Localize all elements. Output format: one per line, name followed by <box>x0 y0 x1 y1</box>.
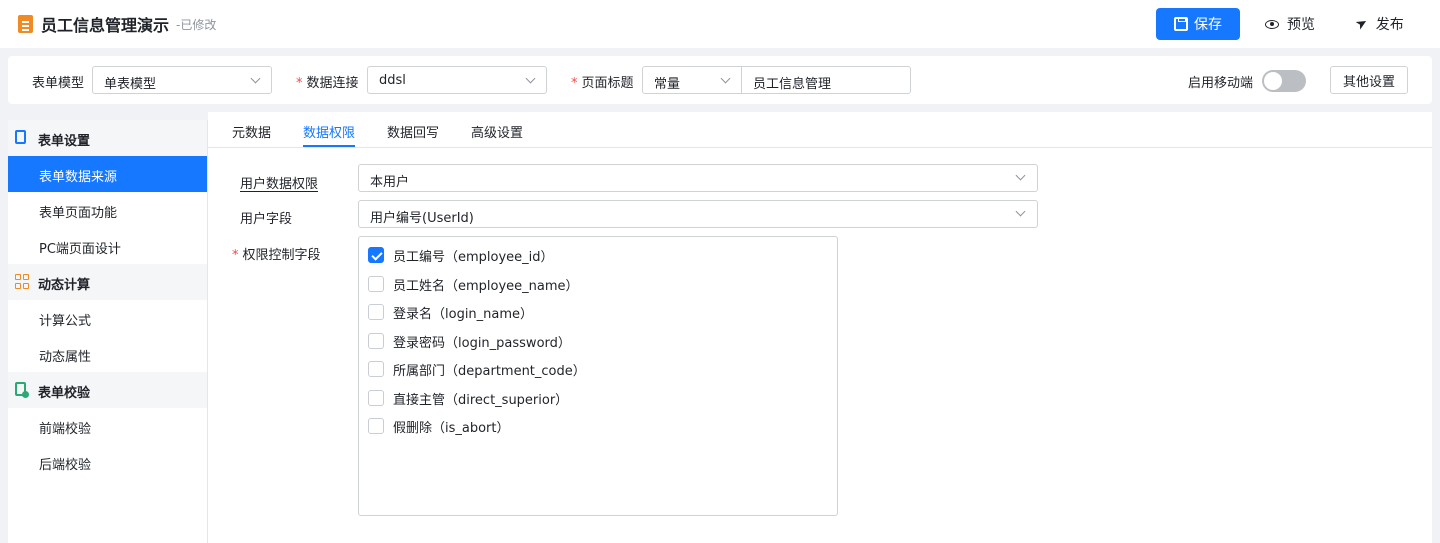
top-header: 员工信息管理演示 -已修改 保存 预览 ➤ 发布 <box>0 0 1440 48</box>
main-content: 元数据 数据权限 数据回写 高级设置 用户数据权限 本用户 用户字段 用户编号(… <box>208 112 1432 543</box>
document-icon <box>18 15 33 33</box>
dynamic-calc-icon <box>15 274 30 290</box>
checkbox[interactable] <box>368 390 384 406</box>
control-field-checklist: 员工编号（employee_id） 员工姓名（employee_name） 登录… <box>358 236 838 516</box>
mobile-toggle[interactable] <box>1262 70 1306 92</box>
form-model-value: 单表模型 <box>104 77 157 92</box>
preview-label: 预览 <box>1287 17 1315 33</box>
tab-data-writeback[interactable]: 数据回写 <box>387 122 439 141</box>
sidebar-item-dynamic-attr[interactable]: 动态属性 <box>8 336 207 372</box>
eye-icon <box>1265 19 1279 29</box>
tab-bar: 元数据 数据权限 数据回写 高级设置 <box>208 112 1432 148</box>
tab-advanced-settings[interactable]: 高级设置 <box>471 122 523 141</box>
control-field-label: * 权限控制字段 <box>232 248 321 263</box>
sidebar-item-form-page-function[interactable]: 表单页面功能 <box>8 192 207 228</box>
form-validation-icon <box>15 382 29 398</box>
required-mark: * <box>571 76 578 91</box>
send-icon: ➤ <box>1352 14 1371 34</box>
sidebar-group-form-validation: 表单校验 <box>8 372 207 408</box>
mobile-toggle-label: 启用移动端 <box>1188 76 1254 91</box>
chevron-down-icon <box>1015 206 1026 217</box>
checkbox[interactable] <box>368 304 384 320</box>
chevron-down-icon <box>250 73 261 84</box>
field-option-login-password[interactable]: 登录密码（login_password） <box>368 331 571 351</box>
checkbox[interactable] <box>368 361 384 377</box>
page-title-input-value: 员工信息管理 <box>753 77 832 92</box>
checkbox[interactable] <box>368 333 384 349</box>
page-title-type-value: 常量 <box>654 77 681 92</box>
save-button[interactable]: 保存 <box>1156 8 1240 40</box>
field-option-is-abort[interactable]: 假删除（is_abort） <box>368 416 510 436</box>
sidebar-group-dynamic-calc: 动态计算 <box>8 264 207 300</box>
config-bar: 表单模型 单表模型 * 数据连接 ddsl * 页面标题 常量 员工信息管理 启用移… <box>8 56 1432 104</box>
sidebar-item-frontend-validation[interactable]: 前端校验 <box>8 408 207 444</box>
checkbox[interactable] <box>368 276 384 292</box>
preview-button[interactable]: 预览 <box>1265 14 1315 34</box>
publish-label: 发布 <box>1375 17 1404 33</box>
required-mark: * <box>296 76 303 91</box>
data-connection-select[interactable]: ddsl <box>367 66 547 94</box>
active-tab-indicator <box>303 145 355 147</box>
page-title: 员工信息管理演示 <box>41 16 170 35</box>
sidebar-group-form-settings: 表单设置 <box>8 120 207 156</box>
modified-status: -已修改 <box>176 18 217 32</box>
sidebar: 表单设置 表单数据来源 表单页面功能 PC端页面设计 动态计算 计算公式 动态属… <box>8 120 208 543</box>
sidebar-item-form-data-source[interactable]: 表单数据来源 <box>8 156 207 192</box>
user-field-value: 用户编号(UserId) <box>370 211 474 226</box>
user-permission-select[interactable]: 本用户 <box>358 164 1038 192</box>
form-model-label: 表单模型 <box>32 76 85 91</box>
other-settings-button[interactable]: 其他设置 <box>1330 66 1408 94</box>
form-model-select[interactable]: 单表模型 <box>92 66 272 94</box>
field-option-department-code[interactable]: 所属部门（department_code） <box>368 359 586 379</box>
chevron-down-icon <box>1015 170 1026 181</box>
page-title-input[interactable]: 员工信息管理 <box>741 66 911 94</box>
sidebar-item-backend-validation[interactable]: 后端校验 <box>8 444 207 480</box>
field-option-employee-name[interactable]: 员工姓名（employee_name） <box>368 274 579 294</box>
sidebar-item-pc-page-design[interactable]: PC端页面设计 <box>8 228 207 264</box>
data-connection-value: ddsl <box>379 73 406 88</box>
sidebar-item-formula[interactable]: 计算公式 <box>8 300 207 336</box>
chevron-down-icon <box>720 73 731 84</box>
page-title-type-select[interactable]: 常量 <box>642 66 742 94</box>
user-permission-value: 本用户 <box>370 175 410 190</box>
user-permission-label: 用户数据权限 <box>240 177 319 192</box>
save-icon <box>1174 17 1188 31</box>
field-option-employee-id[interactable]: 员工编号（employee_id） <box>368 245 554 265</box>
tab-metadata[interactable]: 元数据 <box>232 122 271 141</box>
data-connection-label: * 数据连接 <box>296 76 359 91</box>
user-field-select[interactable]: 用户编号(UserId) <box>358 200 1038 228</box>
save-label: 保存 <box>1194 17 1222 33</box>
publish-button[interactable]: ➤ 发布 <box>1352 14 1404 34</box>
chevron-down-icon <box>525 73 536 84</box>
field-option-direct-superior[interactable]: 直接主管（direct_superior） <box>368 388 568 408</box>
required-mark: * <box>232 248 239 263</box>
form-settings-icon <box>15 130 26 144</box>
user-field-label: 用户字段 <box>240 212 293 227</box>
tab-data-permission[interactable]: 数据权限 <box>303 122 355 141</box>
page-title-label: * 页面标题 <box>571 76 634 91</box>
checkbox-checked[interactable] <box>368 247 384 263</box>
checkbox[interactable] <box>368 418 384 434</box>
field-option-login-name[interactable]: 登录名（login_name） <box>368 302 533 322</box>
